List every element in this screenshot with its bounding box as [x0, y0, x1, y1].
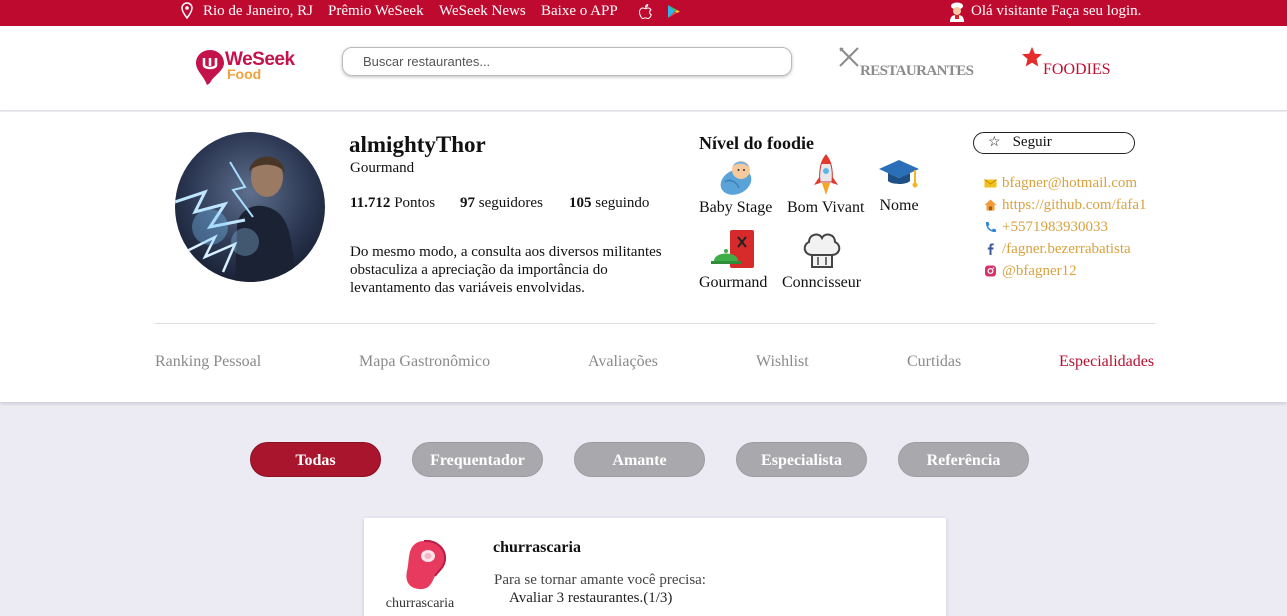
filter-referencia[interactable]: Referência [898, 442, 1029, 477]
followers-stat[interactable]: 97 seguidores [460, 195, 543, 212]
login-link[interactable]: Olá visitante Faça seu login. [971, 3, 1141, 20]
star-outline-icon: ☆ [988, 135, 1001, 150]
contact-website[interactable]: https://github.com/fafa1 [984, 194, 1147, 216]
phone-icon [985, 222, 996, 233]
level-bom-vivant: Bom Vivant [787, 154, 864, 217]
top-bar: Rio de Janeiro, RJ Prêmio WeSeek WeSeek … [0, 0, 1287, 26]
home-icon [984, 199, 997, 211]
menu-cloche-icon [711, 230, 755, 268]
level-baby-stage: Baby Stage [699, 158, 772, 217]
points-value: 11.712 [350, 195, 391, 211]
card-requirement-item: Avaliar 3 restaurantes.(1/3) [509, 590, 673, 606]
level-label: Gourmand [699, 274, 768, 291]
nav-restaurants[interactable]: RESTAURANTES [838, 46, 974, 79]
followers-value: 97 [460, 195, 475, 211]
contact-instagram[interactable]: @bfagner12 [984, 260, 1147, 282]
steak-icon [402, 538, 448, 597]
tab-wishlist[interactable]: Wishlist [756, 353, 809, 371]
nav-foodies[interactable]: FOODIES [1021, 46, 1111, 78]
specialty-card[interactable]: churrascaria churrascaria Para se tornar… [364, 518, 946, 616]
weseek-logo[interactable]: WeSeek Food [195, 49, 295, 89]
main-header: WeSeek Food Buscar restaurantes... RESTA… [0, 26, 1287, 111]
contact-email[interactable]: bfagner@hotmail.com [984, 172, 1147, 194]
google-play-icon[interactable] [668, 5, 680, 18]
nav-restaurants-label: RESTAURANTES [860, 63, 974, 79]
tab-avaliacoes[interactable]: Avaliações [588, 353, 658, 371]
news-link[interactable]: WeSeek News [439, 3, 526, 20]
search-input[interactable]: Buscar restaurantes... [342, 47, 792, 76]
level-label: Nome [879, 197, 919, 214]
contact-facebook[interactable]: /fagner.bezerrabatista [984, 238, 1147, 260]
following-label: seguindo [595, 195, 650, 211]
level-gourmand: Gourmand [699, 229, 767, 292]
profile-username: almightyThor [349, 132, 486, 157]
card-title: churrascaria [493, 539, 581, 556]
logo-pin-icon [196, 50, 224, 85]
follow-label: Seguir [1012, 134, 1052, 150]
level-label: Baby Stage [699, 199, 773, 216]
filter-frequentador[interactable]: Frequentador [412, 442, 543, 477]
contact-text: bfagner@hotmail.com [1002, 174, 1138, 191]
follow-button[interactable]: ☆ Seguir [973, 132, 1135, 154]
level-label: Conncisseur [782, 274, 862, 291]
contact-phone[interactable]: +5571983930033 [984, 216, 1147, 238]
tab-mapa-gastronomico[interactable]: Mapa Gastronômico [359, 353, 490, 371]
cutlery-icon [839, 47, 859, 67]
level-conncisseur: Conncisseur [782, 229, 861, 292]
star-burst-icon [1022, 47, 1042, 67]
tab-curtidas[interactable]: Curtidas [907, 353, 961, 371]
download-app-link[interactable]: Baixe o APP [541, 3, 618, 20]
points-stat: 11.712 Pontos [350, 195, 435, 212]
location-link[interactable]: Rio de Janeiro, RJ [203, 3, 313, 20]
level-nome: Nome [878, 156, 920, 215]
contact-text: @bfagner12 [1002, 262, 1077, 279]
facebook-icon [987, 243, 994, 255]
graduation-cap-icon [879, 160, 919, 188]
chef-hat-icon [803, 233, 840, 268]
following-value: 105 [569, 195, 592, 211]
rocket-icon [813, 154, 838, 195]
tab-ranking-pessoal[interactable]: Ranking Pessoal [155, 353, 261, 371]
contact-list: bfagner@hotmail.com https://github.com/f… [984, 172, 1147, 282]
email-icon [984, 178, 997, 187]
tab-especialidades[interactable]: Especialidades [1059, 353, 1154, 371]
apple-icon[interactable] [639, 4, 652, 19]
profile-bio: Do mesmo modo, a consulta aos diversos m… [350, 244, 662, 296]
followers-label: seguidores [478, 195, 543, 211]
premio-link[interactable]: Prêmio WeSeek [328, 3, 424, 20]
following-stat[interactable]: 105 seguindo [569, 195, 649, 212]
contact-text: https://github.com/fafa1 [1002, 196, 1147, 213]
nav-foodies-label: FOODIES [1043, 61, 1111, 78]
card-icon-label: churrascaria [385, 596, 455, 611]
filter-amante[interactable]: Amante [574, 442, 705, 477]
levels-title: Nível do foodie [699, 133, 814, 153]
profile-title: Gourmand [350, 160, 415, 176]
profile-panel: almightyThor Gourmand 11.712 Pontos 97 s… [0, 112, 1287, 402]
filter-especialista[interactable]: Especialista [736, 442, 867, 477]
contact-text: /fagner.bezerrabatista [1002, 240, 1131, 257]
filter-todas[interactable]: Todas [250, 442, 381, 477]
points-label: Pontos [394, 195, 436, 211]
contact-text: +5571983930033 [1002, 218, 1108, 235]
level-label: Bom Vivant [787, 199, 865, 216]
card-requirement-intro: Para se tornar amante você precisa: [494, 572, 706, 588]
profile-divider [155, 323, 1155, 324]
baby-icon [720, 161, 752, 195]
avatar [175, 132, 325, 282]
location-pin-icon [181, 2, 193, 19]
instagram-icon [985, 265, 996, 277]
chef-avatar-icon [948, 2, 966, 22]
logo-word2: Food [227, 66, 262, 82]
